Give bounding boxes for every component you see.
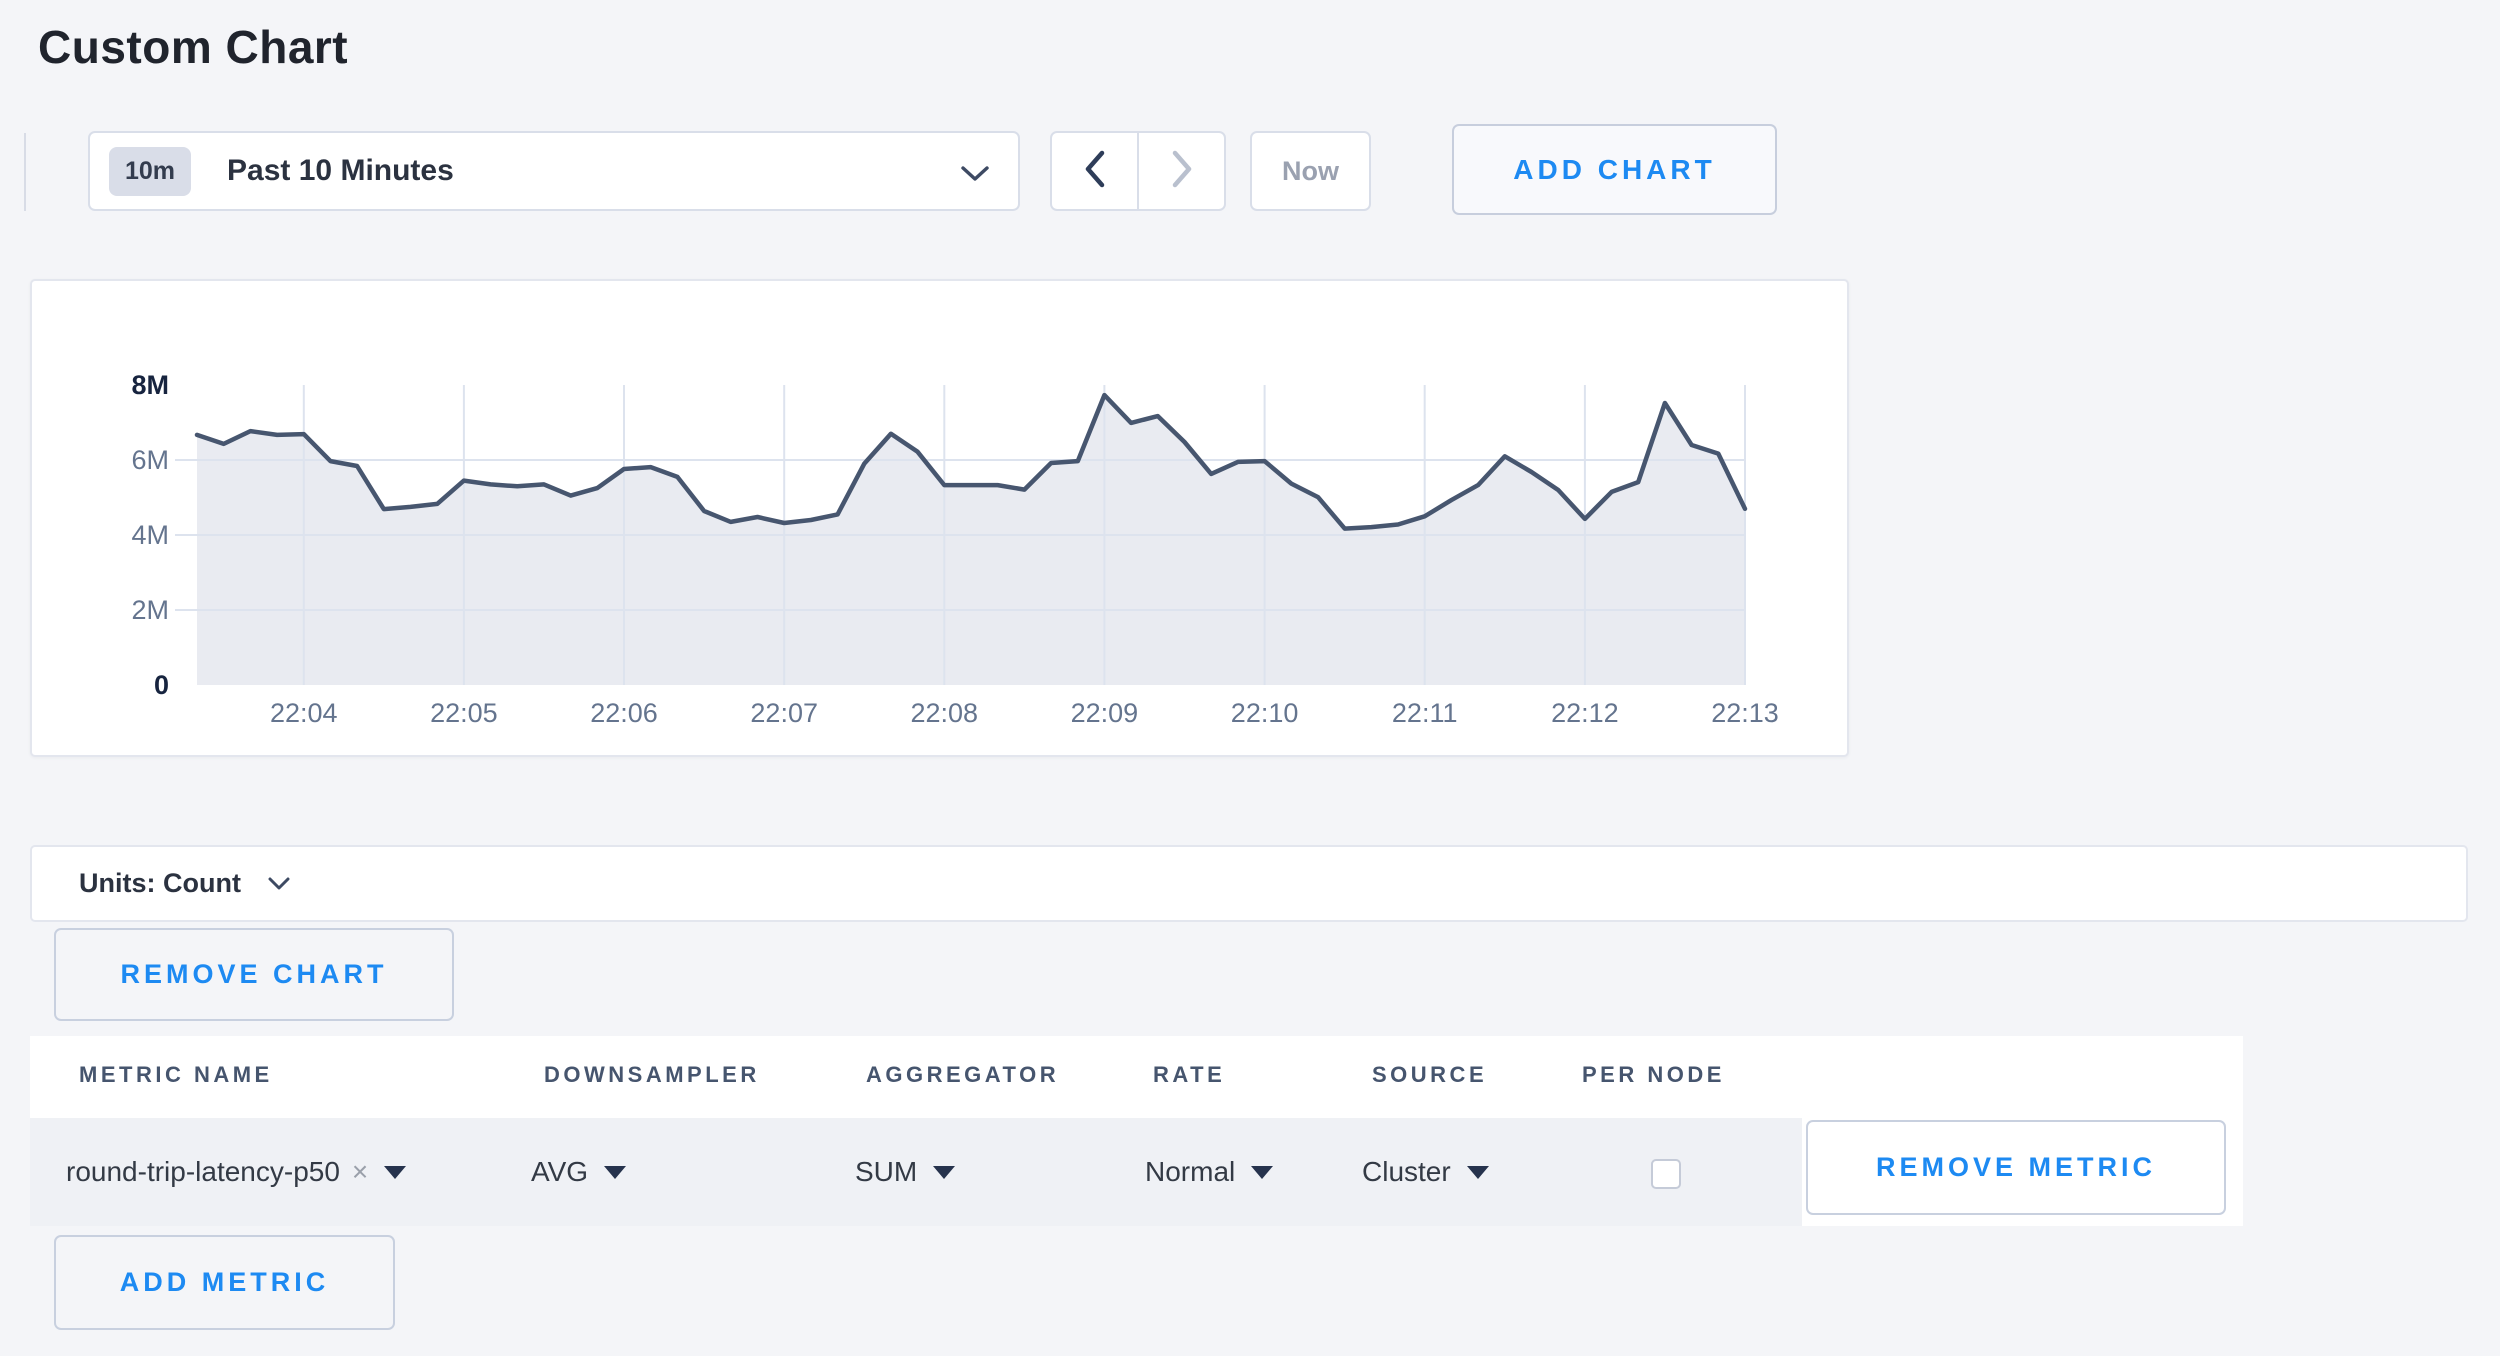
aggregator-dropdown[interactable]: SUM [855, 1118, 955, 1226]
dropdown-caret-icon [1251, 1166, 1273, 1179]
clear-metric-icon[interactable]: × [352, 1156, 368, 1188]
next-time-button[interactable] [1139, 133, 1224, 209]
time-range-dropdown[interactable]: 10m Past 10 Minutes [88, 131, 1020, 211]
x-axis-tick-label: 22:06 [590, 698, 658, 728]
source-dropdown[interactable]: Cluster [1362, 1118, 1489, 1226]
column-header-aggregator: AGGREGATOR [866, 1062, 1059, 1088]
timeseries-area-chart[interactable]: 0 2M 4M 6M 8M 22:04 22:05 22:06 22:07 22:08 22:09 2… [32, 281, 1847, 755]
y-axis-tick-label: 8M [131, 370, 169, 400]
dropdown-caret-icon [1467, 1166, 1489, 1179]
chevron-right-icon [1169, 149, 1195, 194]
remove-chart-button[interactable]: REMOVE CHART [54, 928, 454, 1021]
dropdown-caret-icon [604, 1166, 626, 1179]
downsampler-dropdown[interactable]: AVG [531, 1118, 626, 1226]
custom-chart-panel: 0 2M 4M 6M 8M 22:04 22:05 22:06 22:07 22:08 22:09 2… [30, 279, 1849, 757]
toolbar-left-divider [24, 133, 26, 211]
x-axis-tick-label: 22:05 [430, 698, 498, 728]
rate-dropdown[interactable]: Normal [1145, 1118, 1273, 1226]
dropdown-caret-icon [933, 1166, 955, 1179]
source-value: Cluster [1362, 1156, 1451, 1188]
per-node-checkbox[interactable] [1651, 1159, 1681, 1189]
series-area [197, 395, 1745, 685]
x-axis-tick-label: 22:09 [1071, 698, 1139, 728]
y-axis-tick-label: 6M [131, 445, 169, 475]
units-dropdown[interactable]: Units: Count [79, 868, 241, 899]
y-axis-tick-label: 0 [154, 670, 169, 700]
prev-time-button[interactable] [1052, 133, 1139, 209]
time-nav-group [1050, 131, 1226, 211]
rate-value: Normal [1145, 1156, 1235, 1188]
chevron-down-icon [960, 165, 990, 188]
y-axis-tick-label: 2M [131, 595, 169, 625]
add-chart-button[interactable]: ADD CHART [1452, 124, 1777, 215]
chevron-left-icon [1082, 149, 1108, 194]
column-header-source: SOURCE [1372, 1062, 1487, 1088]
x-axis-tick-label: 22:10 [1231, 698, 1299, 728]
add-metric-button[interactable]: ADD METRIC [54, 1235, 395, 1330]
metric-name-dropdown[interactable]: round-trip-latency-p50 × [66, 1118, 406, 1226]
x-axis-tick-label: 22:07 [750, 698, 818, 728]
time-range-badge: 10m [109, 147, 191, 196]
remove-metric-button[interactable]: REMOVE METRIC [1806, 1120, 2226, 1215]
column-header-downsampler: DOWNSAMPLER [544, 1062, 760, 1088]
now-button[interactable]: Now [1250, 131, 1371, 211]
column-header-per-node: PER NODE [1582, 1062, 1725, 1088]
x-axis-tick-label: 22:08 [911, 698, 979, 728]
chevron-down-icon [267, 876, 291, 896]
x-axis-tick-label: 22:12 [1551, 698, 1619, 728]
metrics-table: METRIC NAME DOWNSAMPLER AGGREGATOR RATE … [30, 1036, 2243, 1226]
x-axis-tick-label: 22:11 [1392, 698, 1458, 728]
column-header-rate: RATE [1153, 1062, 1225, 1088]
downsampler-value: AVG [531, 1156, 588, 1188]
y-axis-tick-label: 4M [131, 520, 169, 550]
column-header-metric-name: METRIC NAME [79, 1062, 273, 1088]
units-bar: Units: Count [30, 845, 2468, 922]
metric-name-value: round-trip-latency-p50 [66, 1156, 340, 1188]
x-axis-tick-label: 22:04 [270, 698, 338, 728]
time-range-label: Past 10 Minutes [227, 154, 454, 188]
dropdown-caret-icon [384, 1166, 406, 1179]
x-axis-tick-label: 22:13 [1711, 698, 1779, 728]
page-title: Custom Chart [38, 20, 348, 74]
aggregator-value: SUM [855, 1156, 917, 1188]
